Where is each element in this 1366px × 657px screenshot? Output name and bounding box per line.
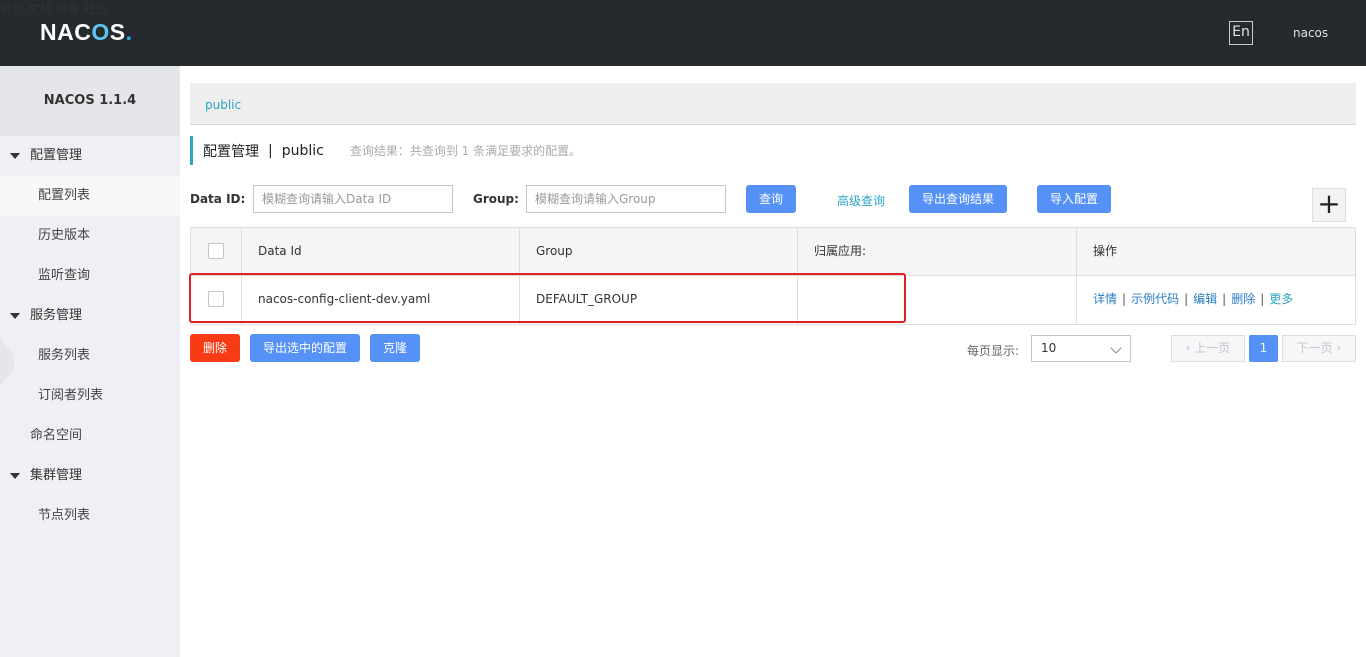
sidebar-group-cluster[interactable]: 集群管理 bbox=[0, 456, 180, 496]
next-page-label: 下一页 bbox=[1296, 341, 1333, 355]
sidebar-item-node-list[interactable]: 节点列表 bbox=[0, 496, 180, 536]
sidebar-item-namespace[interactable]: 命名空间 bbox=[0, 416, 180, 456]
details-link[interactable]: 详情 bbox=[1093, 292, 1117, 306]
prev-page-button[interactable]: ‹ 上一页 bbox=[1171, 335, 1245, 362]
import-config-button[interactable]: 导入配置 bbox=[1037, 185, 1111, 213]
version-label: NACOS 1.1.4 bbox=[0, 66, 180, 136]
sample-code-link[interactable]: 示例代码 bbox=[1131, 292, 1179, 306]
nav-community[interactable]: 社区 bbox=[84, 2, 108, 16]
sidebar-item-listener[interactable]: 监听查询 bbox=[0, 256, 180, 296]
select-all-cell bbox=[191, 228, 242, 275]
page-title-main: 配置管理 bbox=[203, 143, 259, 160]
cell-app bbox=[798, 276, 1077, 324]
prev-page-label: 上一页 bbox=[1194, 341, 1231, 355]
namespace-link-public[interactable]: public bbox=[205, 98, 241, 112]
add-config-button[interactable]: + bbox=[1312, 188, 1346, 222]
page-size-label: 每页显示: bbox=[967, 344, 1020, 358]
cell-data-id: nacos-config-client-dev.yaml bbox=[242, 276, 520, 324]
row-select-cell bbox=[191, 276, 242, 324]
caret-down-icon bbox=[10, 313, 20, 319]
caret-down-icon bbox=[10, 153, 20, 159]
page-size-value: 10 bbox=[1041, 341, 1057, 355]
sidebar-group-service[interactable]: 服务管理 bbox=[0, 296, 180, 336]
page-size-select[interactable]: 10 bbox=[1031, 335, 1131, 362]
nav-home[interactable]: 首页 bbox=[0, 2, 24, 16]
nav-blog[interactable]: 博客 bbox=[56, 2, 80, 16]
table-row: nacos-config-client-dev.yaml DEFAULT_GRO… bbox=[191, 276, 1355, 324]
cell-operations: 详情 | 示例代码 | 编辑 | 删除 | 更多 bbox=[1093, 292, 1294, 306]
caret-down-icon bbox=[10, 473, 20, 479]
sidebar-group-label: 服务管理 bbox=[30, 308, 83, 323]
select-all-checkbox[interactable] bbox=[208, 243, 224, 259]
column-header-app: 归属应用: bbox=[798, 228, 1077, 275]
sidebar-item-subscriber-list[interactable]: 订阅者列表 bbox=[0, 376, 180, 416]
nacos-logo[interactable]: NACOS. bbox=[40, 19, 132, 46]
next-page-button[interactable]: 下一页 › bbox=[1282, 335, 1356, 362]
sidebar-item-history[interactable]: 历史版本 bbox=[0, 216, 180, 256]
user-name[interactable]: nacos bbox=[1293, 26, 1328, 40]
column-header-group: Group bbox=[520, 228, 798, 275]
group-label: Group: bbox=[473, 192, 519, 206]
delete-link[interactable]: 删除 bbox=[1231, 292, 1255, 306]
sidebar-group-label: 集群管理 bbox=[30, 468, 83, 483]
page-title: 配置管理 | public 查询结果：共查询到 1 条满足要求的配置。 bbox=[190, 136, 581, 165]
language-toggle-button[interactable]: En bbox=[1229, 21, 1253, 45]
title-separator: | bbox=[268, 142, 273, 159]
advanced-query-link[interactable]: 高级查询 bbox=[837, 192, 885, 209]
config-table: Data Id Group 归属应用: 操作 nacos-config-clie… bbox=[190, 227, 1356, 325]
column-header-data-id: Data Id bbox=[242, 228, 520, 275]
column-header-ops: 操作 bbox=[1093, 244, 1118, 258]
dataid-label: Data ID: bbox=[190, 192, 246, 206]
sidebar-group-config[interactable]: 配置管理 bbox=[0, 136, 180, 176]
clone-button[interactable]: 克隆 bbox=[370, 334, 420, 362]
table-header: Data Id Group 归属应用: 操作 bbox=[191, 228, 1355, 276]
current-page-button[interactable]: 1 bbox=[1249, 335, 1278, 362]
top-navbar: NACOS. 首页 文档 博客 社区 En nacos bbox=[0, 0, 1366, 66]
delete-selected-button[interactable]: 删除 bbox=[190, 334, 240, 362]
export-selected-button[interactable]: 导出选中的配置 bbox=[250, 334, 360, 362]
group-search-input[interactable] bbox=[526, 185, 726, 213]
edit-link[interactable]: 编辑 bbox=[1193, 292, 1217, 306]
query-result-hint: 查询结果：共查询到 1 条满足要求的配置。 bbox=[349, 144, 582, 158]
sidebar-item-service-list[interactable]: 服务列表 bbox=[0, 336, 180, 376]
sidebar: NACOS 1.1.4 配置管理 配置列表 历史版本 监听查询 服务管理 服务列… bbox=[0, 66, 180, 657]
nav-docs[interactable]: 文档 bbox=[28, 2, 52, 16]
page-title-namespace: public bbox=[281, 142, 324, 159]
query-button[interactable]: 查询 bbox=[746, 185, 796, 213]
more-link[interactable]: 更多 bbox=[1269, 292, 1293, 306]
sidebar-item-config-list[interactable]: 配置列表 bbox=[0, 176, 180, 216]
row-checkbox[interactable] bbox=[208, 291, 224, 307]
search-bar: Data ID: Group: 查询 高级查询 导出查询结果 导入配置 + bbox=[190, 184, 1356, 222]
sidebar-group-label: 配置管理 bbox=[30, 148, 83, 163]
dataid-search-input[interactable] bbox=[253, 185, 453, 213]
chevron-down-icon bbox=[1110, 342, 1122, 354]
export-query-result-button[interactable]: 导出查询结果 bbox=[909, 185, 1007, 213]
namespace-bar: public bbox=[190, 83, 1356, 125]
cell-group: DEFAULT_GROUP bbox=[520, 276, 798, 324]
